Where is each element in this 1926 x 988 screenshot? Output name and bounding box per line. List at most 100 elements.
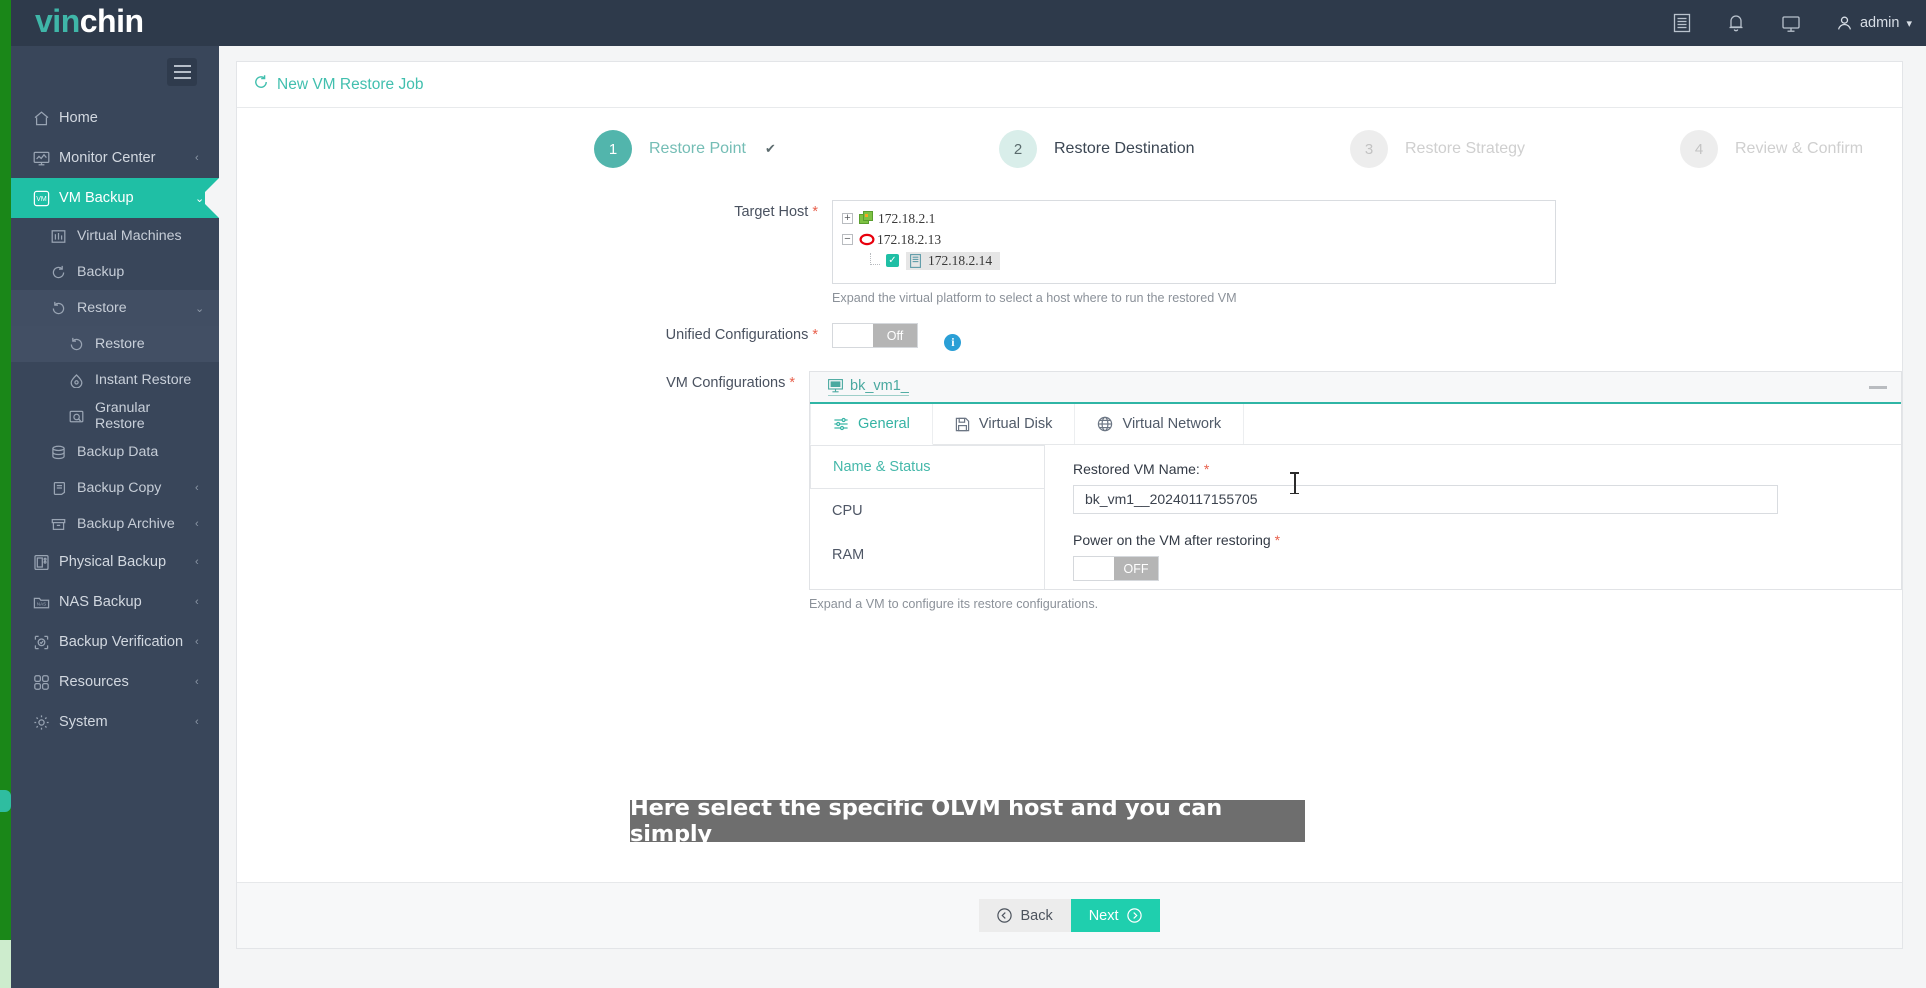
sidebar-item-backup-data[interactable]: Backup Data <box>11 434 219 470</box>
restore-destination-form: Target Host * + 172.18.2.1 − 172.18.2.13… <box>237 200 1902 611</box>
user-menu[interactable]: admin ▾ <box>1836 15 1912 32</box>
platform-red-icon <box>859 233 875 246</box>
host-icon <box>910 253 921 268</box>
restore-icon <box>51 301 77 316</box>
sidebar-item-nas-backup[interactable]: NAS NAS Backup ‹ <box>11 582 219 622</box>
instant-icon <box>69 373 95 388</box>
power-on-label-text: Power on the VM after restoring <box>1073 532 1271 548</box>
shield-check-icon <box>33 634 59 651</box>
sidebar-item-resources[interactable]: Resources ‹ <box>11 662 219 702</box>
wizard-step-3[interactable]: 3 Restore Strategy <box>1350 130 1525 168</box>
sidebar-item-label: Instant Restore <box>95 372 192 388</box>
wizard-step-number: 4 <box>1680 130 1718 168</box>
tab-label: Virtual Network <box>1122 416 1222 432</box>
tree-node-checkbox[interactable]: ✓ <box>886 254 899 267</box>
sidebar-item-home[interactable]: Home <box>11 98 219 138</box>
sidebar-item-vm-backup[interactable]: VM VM Backup ⌄ <box>11 178 219 218</box>
brand-logo[interactable]: vinchin <box>35 3 144 40</box>
sidebar-item-physical-backup[interactable]: Physical Backup ‹ <box>11 542 219 582</box>
sidebar-item-label: Resources <box>59 674 129 690</box>
wizard-step-label: Restore Destination <box>1054 140 1195 157</box>
bell-icon[interactable] <box>1726 12 1746 34</box>
sidebar-item-label: Virtual Machines <box>77 228 182 244</box>
vm-monitor-icon <box>828 379 843 393</box>
sidebar-item-label: VM Backup <box>59 190 134 206</box>
vm-icon: VM <box>33 190 59 207</box>
wizard-step-4[interactable]: 4 Review & Confirm <box>1680 130 1863 168</box>
text-cursor <box>1290 472 1299 494</box>
tab-virtual-network[interactable]: Virtual Network <box>1075 404 1245 444</box>
vm-panel-name[interactable]: bk_vm1_ <box>828 378 909 396</box>
wizard-step-2[interactable]: 2 Restore Destination <box>999 130 1195 168</box>
sidebar-item-backup-archive[interactable]: Backup Archive ‹ <box>11 506 219 542</box>
back-button-label: Back <box>1020 907 1053 924</box>
subnav-item-ram[interactable]: RAM <box>810 533 1044 577</box>
tab-label: General <box>858 416 910 432</box>
unified-configurations-toggle[interactable]: Off <box>832 323 918 348</box>
brand-logo-part2: chin <box>79 3 144 39</box>
floppy-icon <box>955 417 970 432</box>
tree-node[interactable]: ✓ 172.18.2.14 <box>842 250 1555 271</box>
minimize-bar <box>1869 385 1887 389</box>
platform-green-icon <box>859 211 874 226</box>
sidebar-item-backup-verification[interactable]: Backup Verification ‹ <box>11 622 219 662</box>
monitor-icon[interactable] <box>1780 12 1802 34</box>
check-icon: ✔ <box>764 141 776 156</box>
subnav-item-cpu[interactable]: CPU <box>810 489 1044 533</box>
required-marker: * <box>1203 461 1210 477</box>
sidebar-item-monitor-center[interactable]: Monitor Center ‹ <box>11 138 219 178</box>
toggle-state-label: OFF <box>1114 557 1158 580</box>
sidebar-item-backup[interactable]: Backup <box>11 254 219 290</box>
sidebar-item-virtual-machines[interactable]: Virtual Machines <box>11 218 219 254</box>
sidebar-item-restore[interactable]: Restore <box>11 326 219 362</box>
unified-configurations-label: Unified Configurations * <box>237 323 832 352</box>
vm-configuration-panel: bk_vm1_ General Virtual Disk Virtual Netwo… <box>809 371 1902 590</box>
top-bar-icons: admin ▾ <box>1672 0 1912 46</box>
power-on-toggle[interactable]: OFF <box>1073 556 1159 581</box>
tab-general[interactable]: General <box>810 404 933 445</box>
vm-panel-subnav: Name & Status CPU RAM <box>810 445 1045 589</box>
server-icon <box>33 554 59 571</box>
tab-virtual-disk[interactable]: Virtual Disk <box>933 404 1076 444</box>
sidebar-item-system[interactable]: System ‹ <box>11 702 219 742</box>
edge-strip-teal-marker <box>0 790 11 812</box>
restored-vm-name-label-text: Restored VM Name: <box>1073 461 1200 477</box>
list-icon[interactable] <box>1672 12 1692 34</box>
subnav-item-name-status[interactable]: Name & Status <box>810 445 1044 489</box>
sidebar-collapse-button[interactable] <box>167 58 197 86</box>
next-button[interactable]: Next <box>1070 899 1160 932</box>
vm-configurations-row: VM Configurations * bk_vm1_ General Virt… <box>237 371 1902 611</box>
wizard-step-number: 1 <box>594 130 632 168</box>
resources-icon <box>33 674 59 691</box>
archive-icon <box>51 517 77 532</box>
database-icon <box>51 445 77 460</box>
tree-node[interactable]: − 172.18.2.13 <box>842 229 1555 250</box>
sidebar-item-granular-restore[interactable]: Granular Restore <box>11 398 219 434</box>
chevron-left-icon: ‹ <box>195 152 199 164</box>
sidebar-item-label: System <box>59 714 108 730</box>
home-icon <box>33 110 59 127</box>
info-icon[interactable]: i <box>944 334 962 352</box>
sidebar-menu: Home Monitor Center ‹ VM VM Backup ⌄ Virtual M… <box>11 98 219 742</box>
globe-icon <box>1097 416 1113 432</box>
unified-configurations-row: Unified Configurations * Off i <box>237 323 1902 352</box>
tree-node-selected[interactable]: 172.18.2.14 <box>906 251 1001 270</box>
chevron-left-icon: ‹ <box>195 482 199 494</box>
back-button[interactable]: Back <box>979 899 1071 932</box>
caption-overlay: Here select the specific OLVM host and y… <box>630 795 1305 847</box>
wizard-step-1[interactable]: 1 Restore Point ✔ <box>594 130 776 168</box>
chevron-left-icon: ‹ <box>195 556 199 568</box>
target-host-tree[interactable]: + 172.18.2.1 − 172.18.2.13 ✓ 172.18.2.14 <box>832 200 1556 284</box>
collapse-icon[interactable]: − <box>842 234 853 245</box>
general-settings-pane: Restored VM Name: * bk_vm1__2024011715570… <box>1045 445 1901 589</box>
expand-icon[interactable]: + <box>842 213 853 224</box>
sidebar-item-label: Backup Archive <box>77 516 175 532</box>
chevron-down-icon: ⌄ <box>195 302 205 315</box>
tree-node[interactable]: + 172.18.2.1 <box>842 208 1555 229</box>
sidebar-item-instant-restore[interactable]: Instant Restore <box>11 362 219 398</box>
sidebar-item-restore[interactable]: Restore ⌄ <box>11 290 219 326</box>
minimize-icon[interactable] <box>1869 381 1887 393</box>
sidebar-item-backup-copy[interactable]: Backup Copy ‹ <box>11 470 219 506</box>
restored-vm-name-input[interactable]: bk_vm1__20240117155705 <box>1073 485 1778 514</box>
required-marker: * <box>812 327 818 343</box>
